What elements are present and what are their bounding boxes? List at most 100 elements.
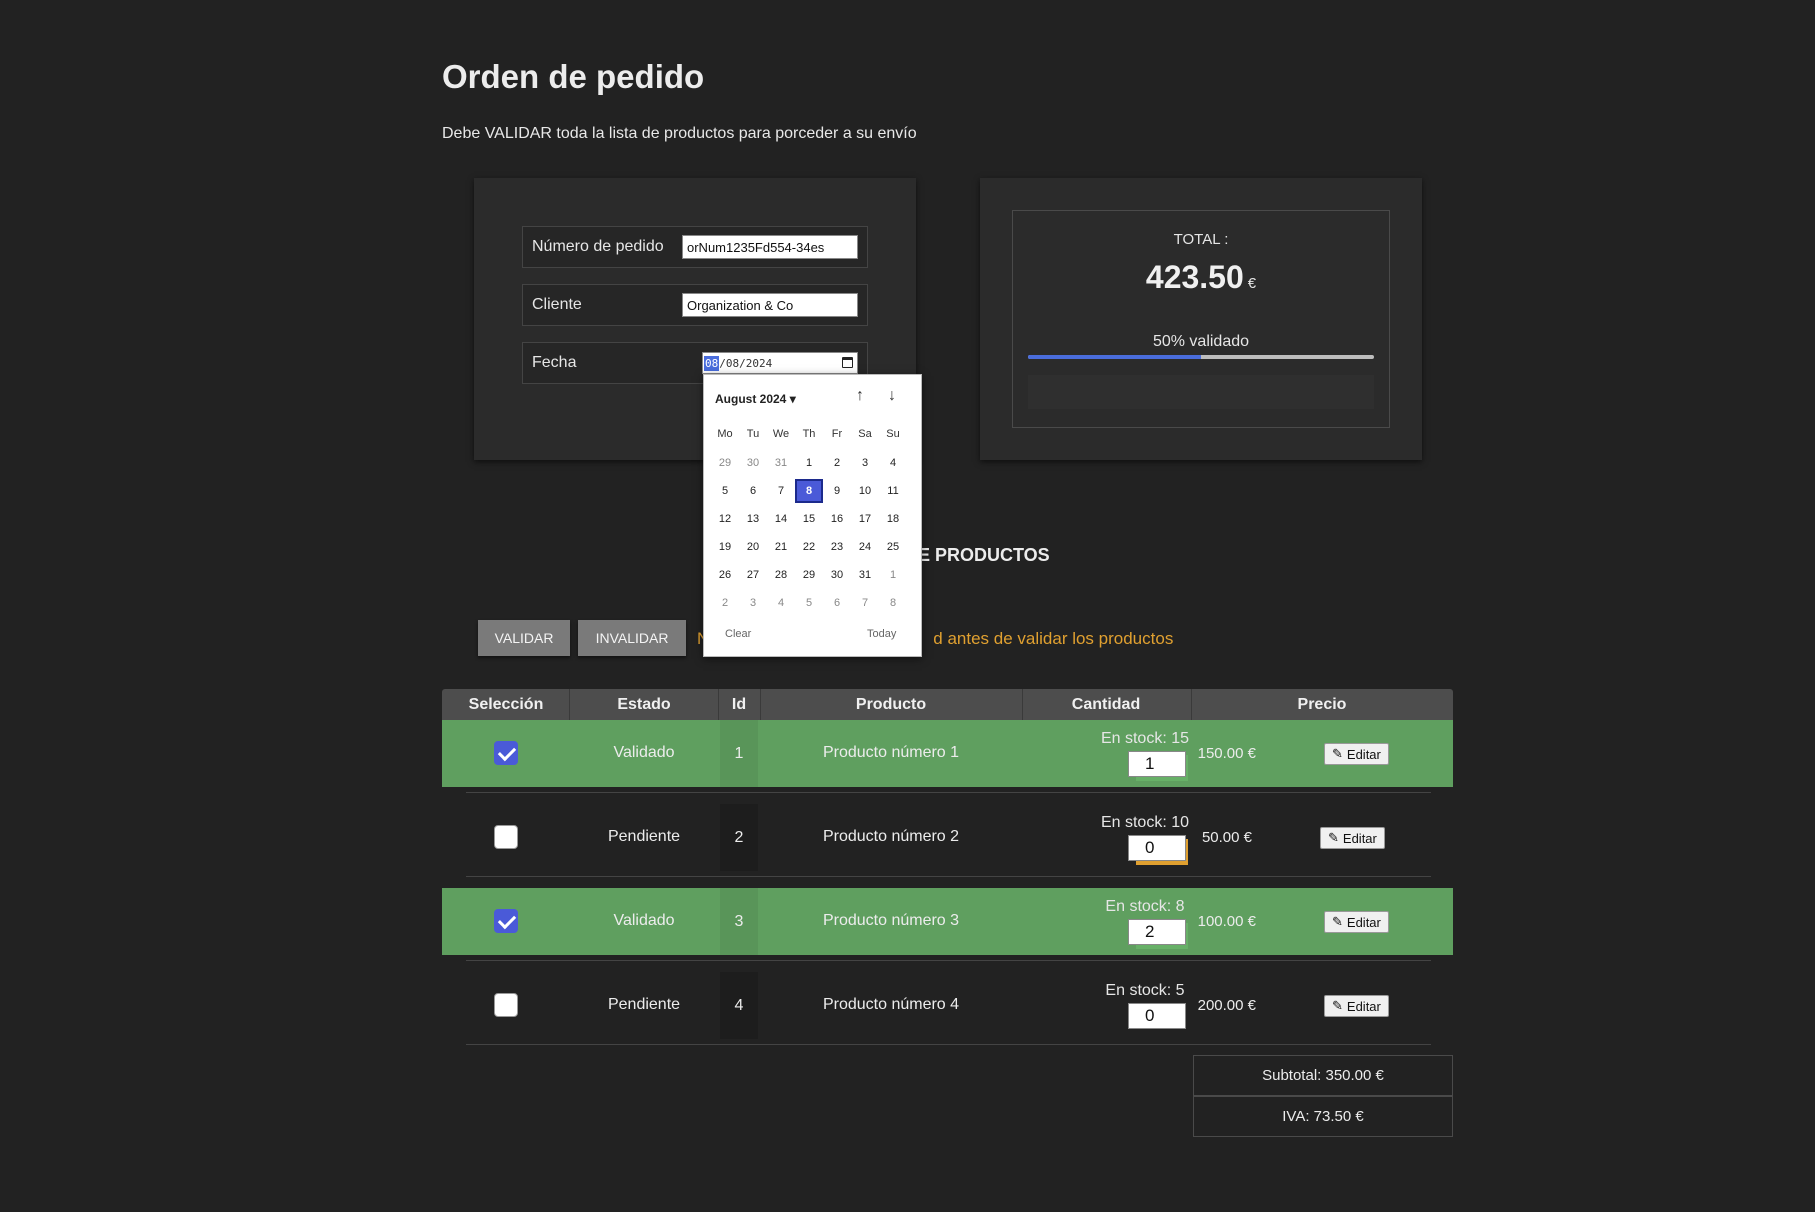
row-price: 200.00 €	[1197, 997, 1256, 1014]
table-header: Selección Estado Id Producto Cantidad Pr…	[442, 689, 1453, 720]
warning-text: d antes de validar los productos	[933, 629, 1174, 648]
calendar-day[interactable]: 5	[795, 591, 823, 615]
calendar-day[interactable]: 21	[767, 535, 795, 559]
calendar-day[interactable]: 16	[823, 507, 851, 531]
calendar-day[interactable]: 2	[711, 591, 739, 615]
calendar-weekday: Fr	[831, 428, 843, 440]
row-checkbox[interactable]	[494, 825, 518, 849]
calendar-month-select[interactable]: August 2024 ▾	[715, 392, 796, 406]
send-order-button[interactable]	[1028, 375, 1374, 409]
calendar-day[interactable]: 22	[795, 535, 823, 559]
order-number-input[interactable]	[682, 235, 858, 259]
row-divider	[466, 1044, 1431, 1045]
page-title: Orden de pedido	[442, 58, 705, 95]
calendar-day[interactable]: 23	[823, 535, 851, 559]
progress-label: 50% validado	[1152, 333, 1250, 350]
edit-button[interactable]: ✎ Editar	[1324, 911, 1389, 933]
calendar-day[interactable]: 31	[851, 563, 879, 587]
calendar-day[interactable]: 25	[879, 535, 907, 559]
calendar-day[interactable]: 7	[851, 591, 879, 615]
calendar-day[interactable]: 29	[795, 563, 823, 587]
date-day-segment[interactable]: 08	[704, 355, 720, 371]
row-price: 150.00 €	[1197, 745, 1256, 762]
calendar-day[interactable]: 28	[767, 563, 795, 587]
calendar-day[interactable]: 4	[767, 591, 795, 615]
row-checkbox[interactable]	[494, 993, 518, 1017]
calendar-day[interactable]: 14	[767, 507, 795, 531]
row-checkbox[interactable]	[494, 909, 518, 933]
calendar-day[interactable]: 15	[795, 507, 823, 531]
row-price: 50.00 €	[1201, 829, 1252, 846]
row-divider	[466, 876, 1431, 877]
calendar-weekday: Tu	[746, 428, 760, 440]
calendar-day[interactable]: 2	[823, 451, 851, 475]
arrow-down-icon[interactable]: ↓	[888, 387, 896, 405]
calendar-day[interactable]: 20	[739, 535, 767, 559]
iva: IVA: 73.50 €	[1193, 1096, 1453, 1137]
date-rest-segment[interactable]: /08/2024	[719, 357, 772, 370]
calendar-day[interactable]: 24	[851, 535, 879, 559]
calendar-day[interactable]: 4	[879, 451, 907, 475]
edit-label: Editar	[1346, 746, 1381, 762]
total-card: TOTAL : 423.50 € 50% validado	[980, 178, 1422, 460]
calendar-day[interactable]: 3	[739, 591, 767, 615]
calendar-weekday: We	[772, 428, 790, 440]
edit-button[interactable]: ✎ Editar	[1324, 995, 1389, 1017]
row-id: 1	[720, 720, 758, 787]
edit-label: Editar	[1346, 998, 1381, 1014]
client-field: Cliente	[522, 284, 868, 326]
calendar-day[interactable]: 8	[879, 591, 907, 615]
calendar-day[interactable]: 13	[739, 507, 767, 531]
calendar-day[interactable]: 9	[823, 479, 851, 503]
calendar-day[interactable]: 7	[767, 479, 795, 503]
calendar-day[interactable]: 10	[851, 479, 879, 503]
calendar-day[interactable]: 1	[795, 451, 823, 475]
row-id: 4	[720, 972, 758, 1039]
row-product: Producto número 4	[822, 996, 960, 1013]
calendar-day[interactable]: 8	[795, 479, 823, 503]
calendar-day[interactable]: 18	[879, 507, 907, 531]
client-input[interactable]	[682, 293, 858, 317]
edit-icon: ✎	[1332, 746, 1343, 761]
total-value: 423.50	[1145, 259, 1244, 295]
calendar-day[interactable]: 19	[711, 535, 739, 559]
edit-button[interactable]: ✎ Editar	[1324, 743, 1389, 765]
validate-button[interactable]: VALIDAR	[478, 620, 570, 656]
calendar-day[interactable]: 6	[739, 479, 767, 503]
header-id: Id	[731, 696, 747, 713]
table-row: Validado 1 Producto número 1 En stock: 1…	[442, 720, 1453, 787]
edit-icon: ✎	[1328, 830, 1339, 845]
invalidate-button[interactable]: INVALIDAR	[578, 620, 686, 656]
header-seleccion: Selección	[468, 696, 544, 713]
date-input[interactable]: 08 /08/2024	[702, 352, 858, 374]
header-producto: Producto	[855, 696, 927, 713]
calendar-day[interactable]: 3	[851, 451, 879, 475]
arrow-up-icon[interactable]: ↑	[856, 387, 864, 405]
calendar-day[interactable]: 29	[711, 451, 739, 475]
calendar-day[interactable]: 27	[739, 563, 767, 587]
calendar-day[interactable]: 6	[823, 591, 851, 615]
calendar-day[interactable]: 30	[739, 451, 767, 475]
calendar-day[interactable]: 30	[823, 563, 851, 587]
calendar-day[interactable]: 1	[879, 563, 907, 587]
row-status: Validado	[613, 912, 675, 929]
row-price: 100.00 €	[1197, 913, 1256, 930]
subtotal: Subtotal: 350.00 €	[1193, 1055, 1453, 1096]
calendar-day[interactable]: 17	[851, 507, 879, 531]
row-status: Pendiente	[607, 996, 681, 1013]
calendar-today-button[interactable]: Today	[867, 628, 896, 640]
calendar-icon[interactable]	[842, 357, 853, 368]
calendar-day[interactable]: 31	[767, 451, 795, 475]
calendar-day[interactable]: 26	[711, 563, 739, 587]
calendar-clear-button[interactable]: Clear	[725, 628, 751, 640]
edit-button[interactable]: ✎ Editar	[1320, 827, 1385, 849]
calendar-day[interactable]: 11	[879, 479, 907, 503]
client-label: Cliente	[532, 296, 582, 313]
row-id: 3	[720, 888, 758, 955]
products-heading: E PRODUCTOS	[918, 545, 1050, 565]
calendar-day[interactable]: 12	[711, 507, 739, 531]
edit-icon: ✎	[1332, 914, 1343, 929]
calendar-day[interactable]: 5	[711, 479, 739, 503]
date-label: Fecha	[532, 354, 577, 371]
row-checkbox[interactable]	[494, 741, 518, 765]
